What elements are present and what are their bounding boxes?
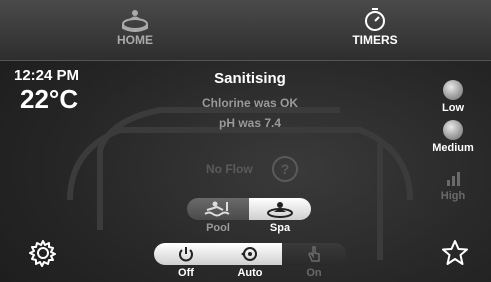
speed-high-label: High xyxy=(440,190,466,202)
stopwatch-icon xyxy=(365,8,385,31)
speed-medium-label: Medium xyxy=(432,142,474,154)
spa-tub-icon xyxy=(122,10,148,32)
mode-auto-label: Auto xyxy=(237,267,263,279)
water-temperature: 22°C xyxy=(20,84,79,114)
clock-time: 12:24 PM xyxy=(14,67,80,84)
ph-status: pH was 7.4 xyxy=(218,116,282,130)
nav-timers-label: TIMERS xyxy=(352,33,398,47)
mode-auto-button[interactable] xyxy=(217,243,282,265)
mode-off-label: Off xyxy=(178,267,194,279)
auto-cycle-icon xyxy=(240,247,257,261)
pool-spa-toggle xyxy=(187,198,311,220)
spa-label: Spa xyxy=(269,222,291,234)
low-speed-icon xyxy=(443,80,463,100)
nav-timers[interactable]: TIMERS xyxy=(330,2,420,58)
chlorine-status: Chlorine was OK xyxy=(201,96,299,110)
mode-selector xyxy=(154,243,346,265)
nav-home-label: HOME xyxy=(117,33,153,47)
signal-bars-icon xyxy=(447,172,460,186)
settings-gear-icon[interactable] xyxy=(28,238,58,268)
speed-high-button[interactable]: High xyxy=(424,168,482,202)
nav-home[interactable]: HOME xyxy=(90,2,180,58)
favorite-star-icon[interactable] xyxy=(440,238,470,268)
spa-button[interactable] xyxy=(249,198,311,220)
power-icon xyxy=(179,247,193,262)
help-icon[interactable]: ? xyxy=(272,156,298,182)
mode-on-label: On xyxy=(306,267,322,279)
status-title: Sanitising xyxy=(214,70,286,87)
swimmer-icon xyxy=(204,201,230,217)
pool-button[interactable] xyxy=(187,198,249,220)
speed-medium-button[interactable]: Medium xyxy=(424,120,482,154)
medium-speed-icon xyxy=(443,120,463,140)
mode-on-button[interactable] xyxy=(281,243,346,265)
speed-low-button[interactable]: Low xyxy=(424,80,482,114)
spa-bather-icon xyxy=(267,202,293,218)
flow-status: No Flow xyxy=(206,162,253,176)
hand-pointer-icon xyxy=(307,246,320,262)
spa-controller-screen: HOME TIMERS 12:24 PM 22°C Sanitising Chl… xyxy=(0,0,491,282)
mode-off-button[interactable] xyxy=(154,243,218,265)
speed-low-label: Low xyxy=(442,102,464,114)
pool-label: Pool xyxy=(206,222,230,234)
top-nav-bar: HOME TIMERS xyxy=(0,0,491,61)
